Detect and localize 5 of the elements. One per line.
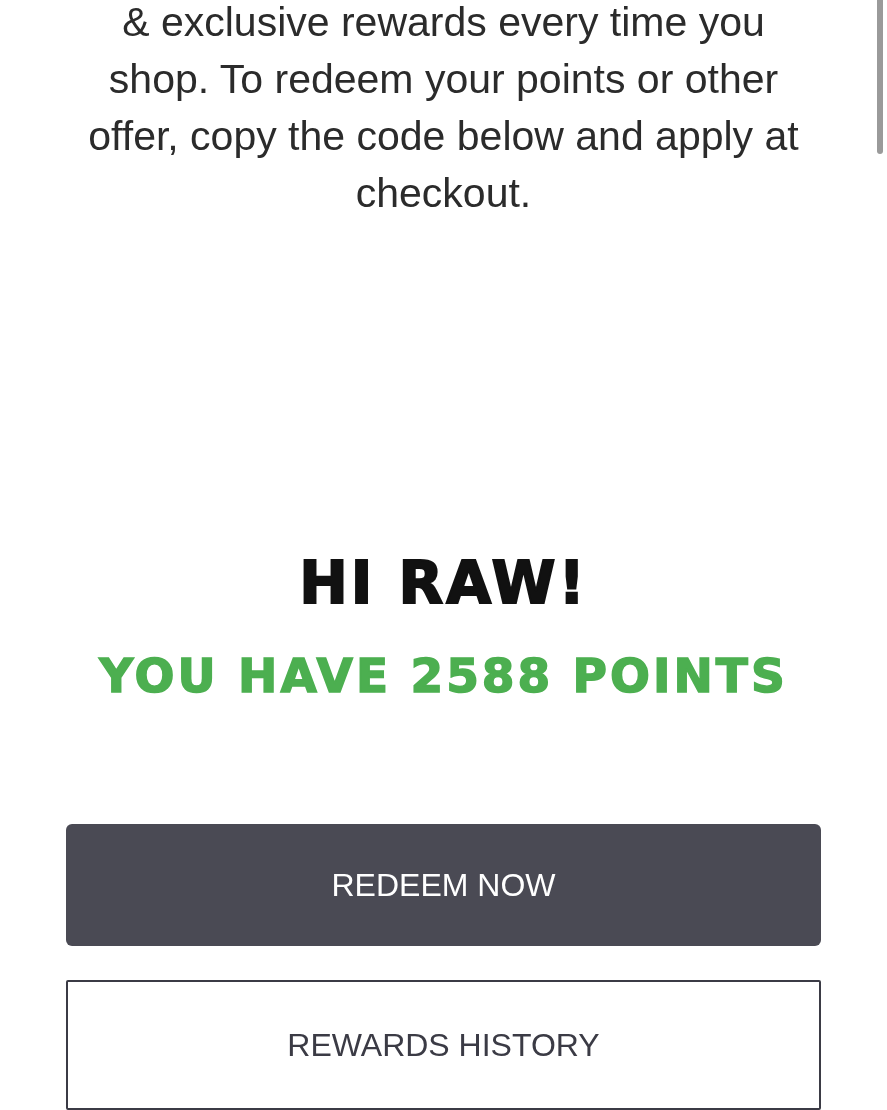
greeting-heading: HI RAW! xyxy=(298,554,589,612)
history-button[interactable]: REWARDS HISTORY xyxy=(66,980,821,1110)
points-heading: YOU HAVE 2588 POINTS xyxy=(98,652,789,699)
intro-text: & exclusive rewards every time you shop. To redeem your points or other offer, copy the code below and apply at checkout. xyxy=(87,0,800,218)
redeem-button[interactable]: REDEEM NOW xyxy=(66,824,821,946)
